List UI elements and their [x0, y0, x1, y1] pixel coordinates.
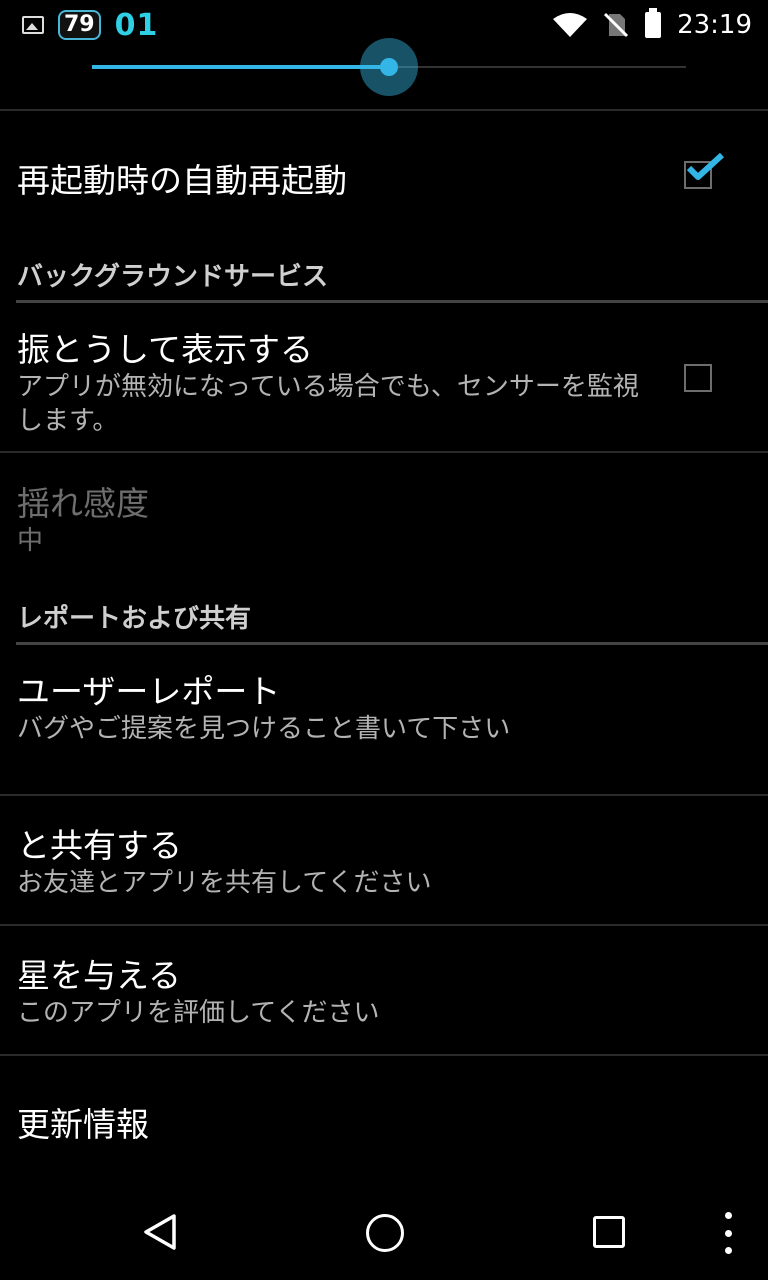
home-icon[interactable]	[366, 1214, 404, 1252]
clock: 23:19	[677, 10, 752, 40]
section-header-report: レポートおよび共有	[17, 604, 252, 634]
no-sim-icon	[604, 12, 629, 38]
checkmark-icon	[686, 153, 725, 180]
slider-fill	[92, 65, 389, 69]
divider	[0, 109, 768, 111]
slider[interactable]	[0, 38, 768, 108]
pref-changelog-title: 更新情報	[17, 1105, 149, 1144]
navigation-bar	[0, 1180, 768, 1280]
slider-thumb[interactable]	[380, 58, 398, 76]
status-left: 79 01	[22, 7, 159, 43]
image-icon	[22, 16, 44, 34]
wifi-icon	[553, 13, 588, 37]
auto-restart-checkbox[interactable]	[684, 153, 725, 189]
notification-counter: 01	[114, 7, 159, 43]
shake-display-checkbox[interactable]	[684, 364, 712, 392]
pref-rate-title: 星を与える	[17, 956, 182, 995]
section-divider	[16, 642, 768, 645]
pref-shake-display-summary: アプリが無効になっている場合でも、センサーを監視します。	[17, 372, 639, 436]
pref-share-summary: お友達とアプリを共有してください	[17, 868, 432, 898]
slider-track[interactable]	[92, 38, 686, 96]
pref-user-report-summary: バグやご提案を見つけること書いて下さい	[17, 714, 511, 744]
overflow-menu-icon[interactable]	[723, 1212, 733, 1254]
status-right: 23:19	[553, 8, 752, 42]
divider	[0, 794, 768, 796]
battery-icon	[645, 8, 662, 38]
pref-rate-summary: このアプリを評価してください	[17, 998, 380, 1028]
notification-badge: 79	[58, 10, 101, 40]
pref-shake-sensitivity-value: 中	[17, 526, 44, 556]
divider	[0, 1054, 768, 1056]
recent-apps-icon[interactable]	[593, 1216, 625, 1248]
section-divider	[16, 300, 768, 303]
pref-auto-restart-title: 再起動時の自動再起動	[17, 161, 347, 200]
divider	[0, 924, 768, 926]
pref-user-report-title: ユーザーレポート	[17, 672, 281, 711]
back-icon[interactable]	[140, 1212, 180, 1252]
divider	[0, 451, 768, 453]
section-header-background: バックグラウンドサービス	[17, 262, 328, 292]
pref-shake-sensitivity-title: 揺れ感度	[17, 484, 149, 523]
pref-share-title: と共有する	[17, 826, 182, 865]
pref-shake-display-title: 振とうして表示する	[17, 330, 314, 369]
